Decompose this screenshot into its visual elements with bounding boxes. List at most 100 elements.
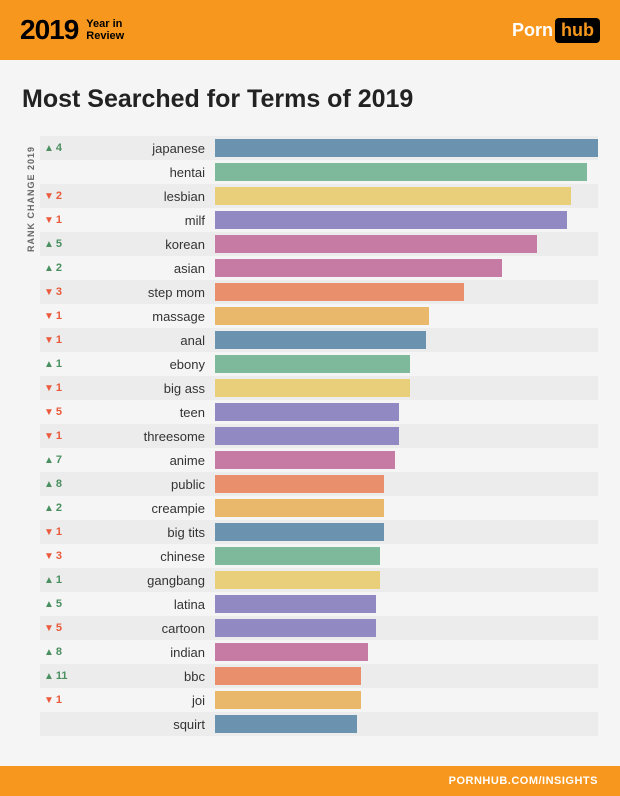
footer-spacer <box>0 751 620 766</box>
arrow-up-icon: ▲ <box>44 575 54 586</box>
rank-change-value: 2 <box>56 502 62 514</box>
chart-area: RANK CHANGE 2019 ▲4japanesehentai▼2lesbi… <box>22 136 598 736</box>
rank-change-value: 8 <box>56 478 62 490</box>
bar-track <box>215 307 598 325</box>
term-label: indian <box>80 645 215 660</box>
logo-hub-text: hub <box>555 18 600 43</box>
arrow-down-icon: ▼ <box>44 551 54 562</box>
term-label: cartoon <box>80 621 215 636</box>
bar <box>215 211 567 229</box>
bar <box>215 355 410 373</box>
arrow-down-icon: ▼ <box>44 695 54 706</box>
bar-track <box>215 475 598 493</box>
chart-row: ▼1big ass <box>40 376 598 400</box>
chart-row: squirt <box>40 712 598 736</box>
bar <box>215 187 571 205</box>
chart-row: ▼3step mom <box>40 280 598 304</box>
arrow-down-icon: ▼ <box>44 191 54 202</box>
rank-change: ▼1 <box>40 382 80 394</box>
bar-track <box>215 259 598 277</box>
bar-track <box>215 379 598 397</box>
rank-change: ▼3 <box>40 550 80 562</box>
arrow-down-icon: ▼ <box>44 383 54 394</box>
bar-track <box>215 331 598 349</box>
bar <box>215 259 502 277</box>
rank-change: ▲11 <box>40 670 80 682</box>
chart-row: ▲8public <box>40 472 598 496</box>
term-label: teen <box>80 405 215 420</box>
rank-change: ▲8 <box>40 478 80 490</box>
rank-change: ▼3 <box>40 286 80 298</box>
chart-row: ▲7anime <box>40 448 598 472</box>
chart-row: ▼1milf <box>40 208 598 232</box>
term-label: massage <box>80 309 215 324</box>
bar <box>215 619 376 637</box>
rank-change-value: 5 <box>56 598 62 610</box>
term-label: lesbian <box>80 189 215 204</box>
bar <box>215 523 384 541</box>
term-label: asian <box>80 261 215 276</box>
bar <box>215 427 399 445</box>
chart-row: ▼1threesome <box>40 424 598 448</box>
rank-change-value: 1 <box>56 574 62 586</box>
bar-track <box>215 619 598 637</box>
rank-change: ▼1 <box>40 310 80 322</box>
term-label: korean <box>80 237 215 252</box>
footer-link-text: PORNHUB.COM/INSIGHTS <box>449 775 598 787</box>
bar <box>215 163 587 181</box>
rank-change-value: 4 <box>56 142 62 154</box>
arrow-up-icon: ▲ <box>44 263 54 274</box>
term-label: public <box>80 477 215 492</box>
arrow-down-icon: ▼ <box>44 335 54 346</box>
rank-change: ▼1 <box>40 334 80 346</box>
term-label: gangbang <box>80 573 215 588</box>
logo: Porn hub <box>512 18 600 43</box>
bar <box>215 571 380 589</box>
bar-track <box>215 187 598 205</box>
bar-track <box>215 667 598 685</box>
bar-track <box>215 643 598 661</box>
bar <box>215 595 376 613</box>
arrow-down-icon: ▼ <box>44 527 54 538</box>
chart-row: ▼1anal <box>40 328 598 352</box>
bar-track <box>215 691 598 709</box>
rank-change: ▲5 <box>40 598 80 610</box>
bar <box>215 499 384 517</box>
chart-row: ▲8indian <box>40 640 598 664</box>
chart-row: hentai <box>40 160 598 184</box>
rank-change: ▼1 <box>40 214 80 226</box>
bar <box>215 667 361 685</box>
rank-change-value: 2 <box>56 262 62 274</box>
footer-bar: PORNHUB.COM/INSIGHTS <box>0 766 620 796</box>
bar-track <box>215 403 598 421</box>
header-year-sub1: Year in <box>86 18 124 30</box>
bar <box>215 715 357 733</box>
bar-track <box>215 139 598 157</box>
rank-change-value: 7 <box>56 454 62 466</box>
header-bar: 2019 Year in Review Porn hub <box>0 0 620 60</box>
rank-change: ▲2 <box>40 262 80 274</box>
bar-track <box>215 211 598 229</box>
arrow-up-icon: ▲ <box>44 455 54 466</box>
chart-row: ▼3chinese <box>40 544 598 568</box>
rank-change: ▼1 <box>40 526 80 538</box>
rank-change-value: 1 <box>56 382 62 394</box>
bar-track <box>215 499 598 517</box>
term-label: bbc <box>80 669 215 684</box>
arrow-up-icon: ▲ <box>44 599 54 610</box>
bar <box>215 451 395 469</box>
bar <box>215 643 368 661</box>
rank-change-axis-label: RANK CHANGE 2019 <box>22 146 40 252</box>
chart-row: ▲5korean <box>40 232 598 256</box>
rank-change: ▲5 <box>40 238 80 250</box>
chart-rows: ▲4japanesehentai▼2lesbian▼1milf▲5korean▲… <box>40 136 598 736</box>
term-label: threesome <box>80 429 215 444</box>
rank-change-value: 1 <box>56 526 62 538</box>
page: 2019 Year in Review Porn hub Most Search… <box>0 0 620 796</box>
header-left: 2019 Year in Review <box>20 14 124 46</box>
chart-row: ▲2asian <box>40 256 598 280</box>
rank-change: ▲4 <box>40 142 80 154</box>
header-year-sub: Year in Review <box>86 18 124 42</box>
rank-change: ▼1 <box>40 430 80 442</box>
arrow-down-icon: ▼ <box>44 311 54 322</box>
